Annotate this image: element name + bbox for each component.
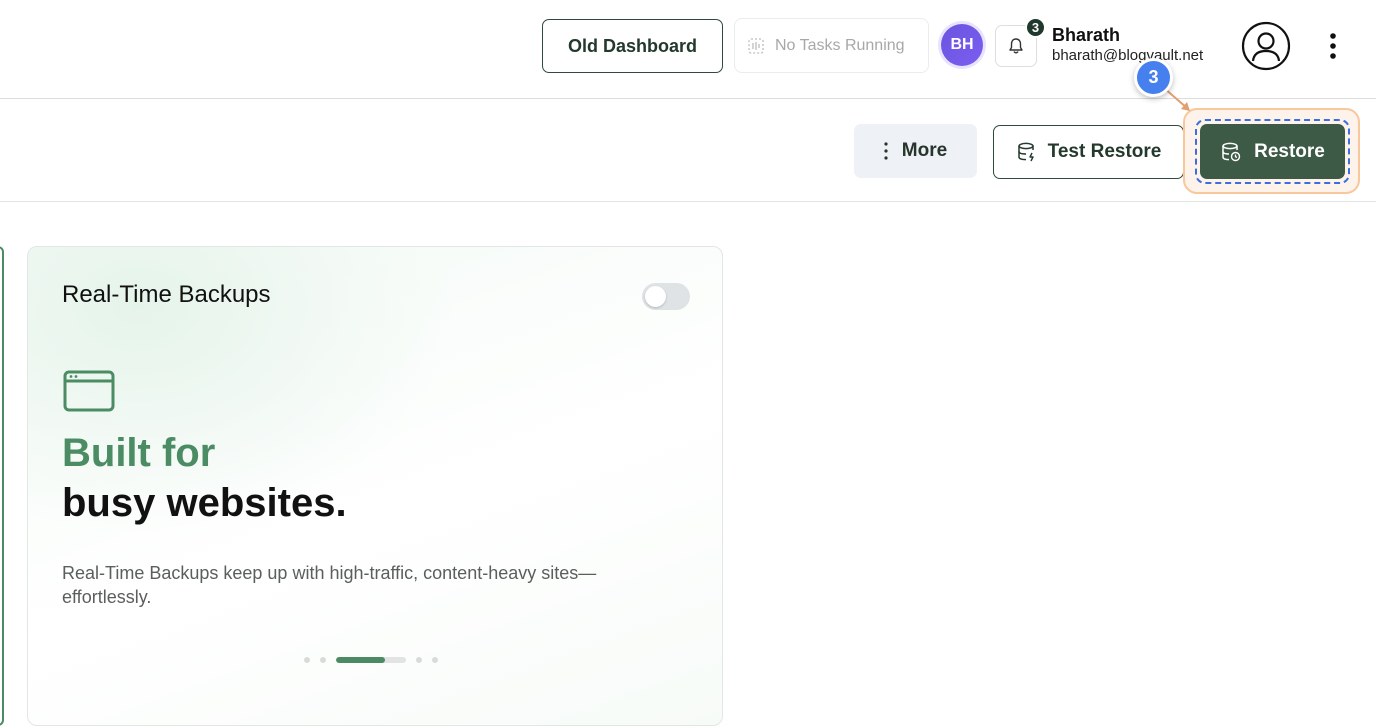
notification-count-badge: 3 (1025, 17, 1046, 38)
user-email: bharath@blogvault.net (1052, 47, 1204, 64)
carousel-progress (336, 657, 406, 663)
more-button-label: More (901, 140, 948, 161)
carousel-dot[interactable] (304, 657, 310, 663)
carousel-indicator (304, 657, 438, 663)
kebab-menu-icon (1330, 33, 1336, 59)
bell-icon (1009, 38, 1023, 54)
restore-label: Restore (1254, 140, 1325, 162)
avatar[interactable]: BH (941, 24, 983, 66)
carousel-dot[interactable] (432, 657, 438, 663)
tasks-icon (748, 37, 764, 54)
profile-icon (1241, 21, 1291, 71)
real-time-backups-toggle[interactable] (642, 283, 690, 310)
database-restore-icon (1222, 142, 1241, 161)
old-dashboard-button[interactable]: Old Dashboard (542, 19, 723, 73)
more-button[interactable]: More (854, 124, 977, 178)
previous-card-edge (0, 246, 4, 726)
step-number-badge: 3 (1134, 58, 1173, 97)
card-description: Real-Time Backups keep up with high-traf… (62, 563, 597, 607)
headline-main: busy websites. (62, 481, 347, 525)
test-restore-button[interactable]: Test Restore (993, 125, 1184, 179)
card-title: Real-Time Backups (62, 281, 271, 308)
tasks-status[interactable]: No Tasks Running (734, 18, 929, 73)
user-name: Bharath (1052, 25, 1121, 45)
profile-button[interactable] (1241, 21, 1291, 71)
action-toolbar: More Test Restore Restore (0, 100, 1376, 202)
vertical-dots-icon (884, 142, 888, 160)
test-restore-label: Test Restore (1047, 141, 1162, 162)
header-menu-button[interactable] (1318, 26, 1348, 66)
browser-window-icon (63, 370, 115, 412)
tasks-status-label: No Tasks Running (775, 36, 905, 54)
carousel-dot[interactable] (320, 657, 326, 663)
headline-accent: Built for (62, 431, 216, 475)
real-time-backups-card: Real-Time Backups Built for busy website… (27, 246, 723, 726)
database-icon (1017, 142, 1034, 162)
carousel-progress-fill (336, 657, 385, 663)
restore-button[interactable]: Restore (1200, 124, 1345, 179)
carousel-dot[interactable] (416, 657, 422, 663)
toggle-knob (645, 286, 666, 307)
